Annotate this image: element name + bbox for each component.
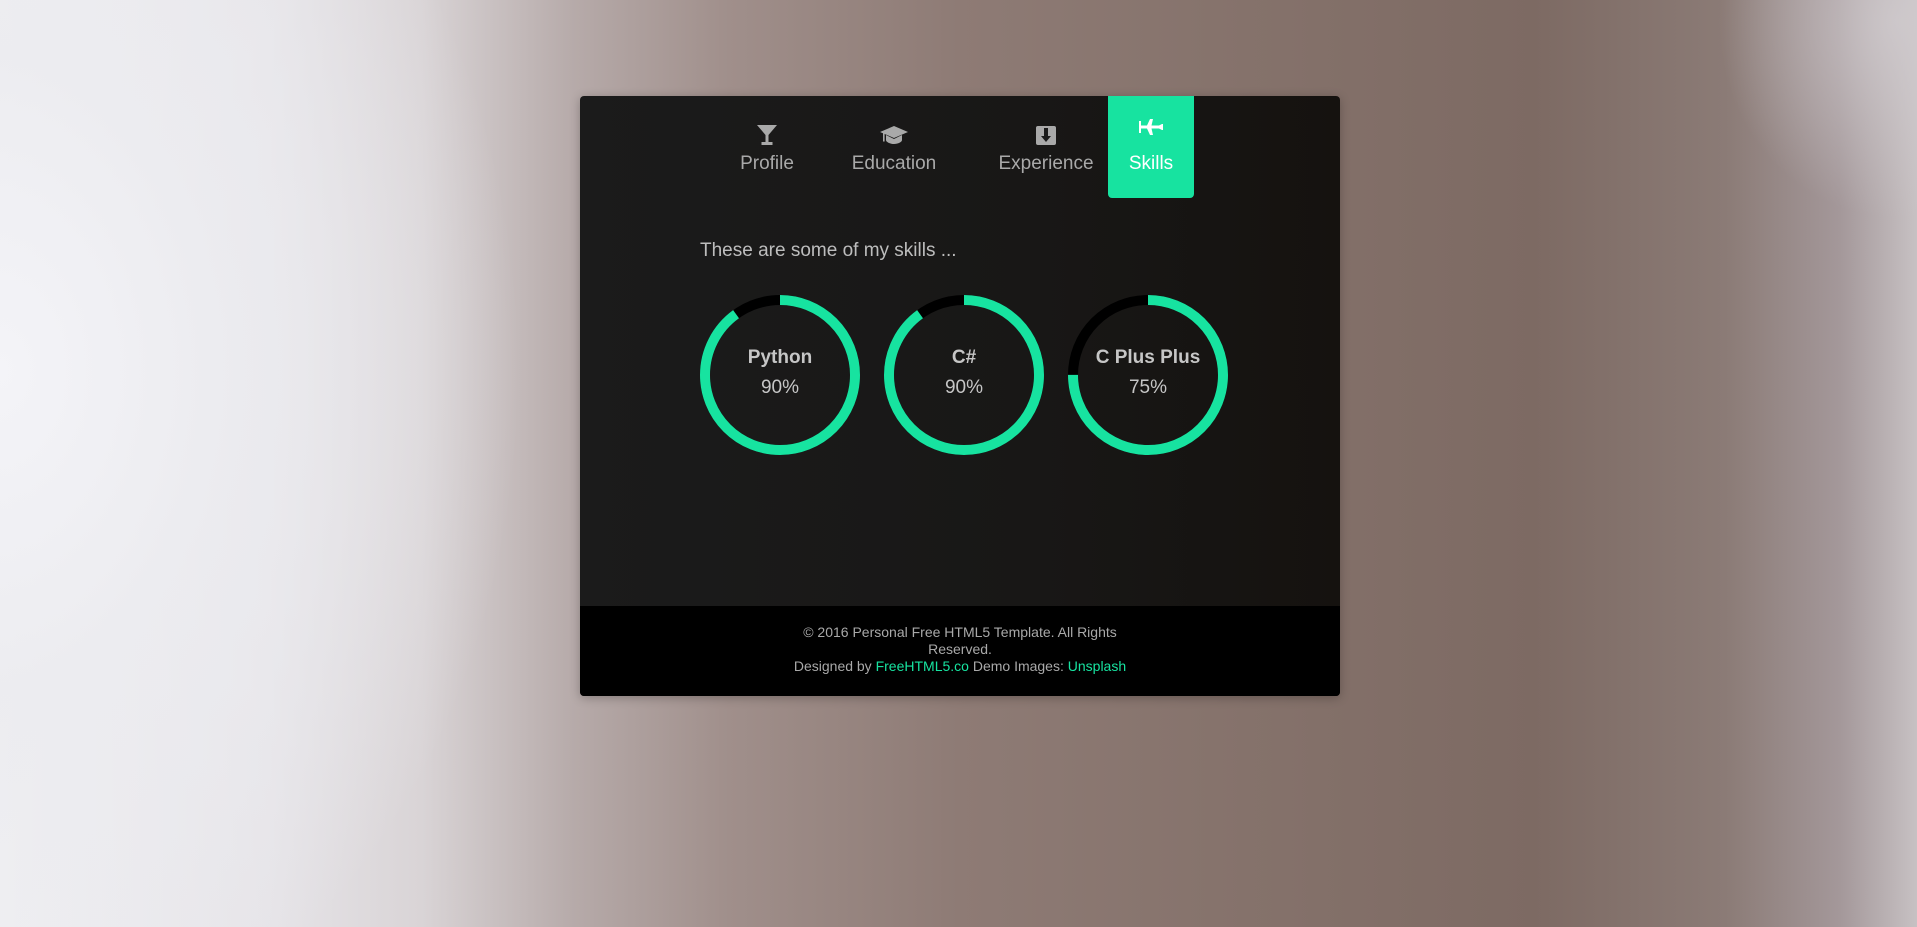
progress-ring	[884, 295, 1044, 455]
tab-label: Education	[851, 153, 937, 174]
freehtml5-link[interactable]: FreeHTML5.co	[876, 658, 969, 674]
unsplash-link[interactable]: Unsplash	[1068, 658, 1126, 674]
progress-ring	[1068, 295, 1228, 455]
skill-ring-csharp: C# 90%	[884, 295, 1044, 455]
tab-education[interactable]: Education	[844, 96, 944, 198]
tab-profile[interactable]: Profile	[728, 96, 806, 198]
background-glow	[1717, 0, 1917, 220]
skills-intro: These are some of my skills ...	[700, 240, 957, 261]
skill-ring-python: Python 90%	[700, 295, 860, 455]
airplane-icon	[1108, 118, 1194, 142]
skill-name: C Plus Plus	[1095, 347, 1201, 368]
demo-images-text: Demo Images:	[972, 658, 1064, 674]
resume-card: Profile Education Experience Skills Thes…	[580, 96, 1340, 696]
tab-skills[interactable]: Skills	[1108, 96, 1194, 198]
tab-nav: Profile Education Experience Skills	[580, 96, 1340, 198]
suitcase-icon	[980, 124, 1112, 148]
footer: © 2016 Personal Free HTML5 Template. All…	[580, 606, 1340, 696]
designed-by-text: Designed by	[793, 658, 872, 674]
tab-experience[interactable]: Experience	[980, 96, 1112, 198]
progress-ring	[700, 295, 860, 455]
skill-percent: 90%	[944, 377, 984, 398]
skill-percent: 90%	[760, 377, 800, 398]
skill-name: Python	[747, 347, 813, 368]
credits-line: Designed by FreeHTML5.co Demo Images: Un…	[580, 658, 1340, 674]
skill-percent: 75%	[1128, 377, 1168, 398]
skill-name: C#	[951, 347, 977, 368]
martini-glass-icon	[728, 124, 806, 148]
skill-ring-cplusplus: C Plus Plus 75%	[1068, 295, 1228, 455]
copyright-line-2: Reserved.	[928, 641, 992, 657]
tab-label: Experience	[998, 153, 1094, 174]
copyright-line: © 2016 Personal Free HTML5 Template. All…	[803, 624, 1117, 640]
tab-label: Profile	[740, 153, 794, 174]
graduation-cap-icon	[844, 124, 944, 148]
tab-label: Skills	[1128, 153, 1174, 174]
